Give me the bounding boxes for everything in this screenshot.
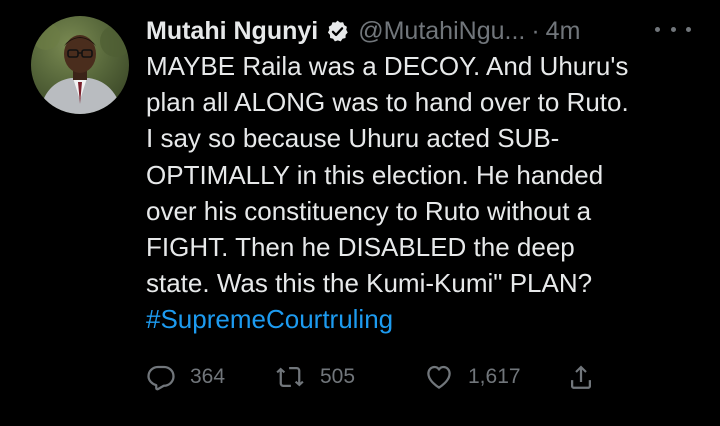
tweet[interactable]: Mutahi Ngunyi @MutahiNgu... · 4m MAYBE R… <box>0 0 720 426</box>
more-dot <box>670 26 676 32</box>
like-button[interactable]: 1,617 <box>424 358 521 396</box>
tweet-text-line: MAYBE Raila was a DECOY. And Uhuru's <box>146 51 629 81</box>
profile-photo <box>32 22 129 114</box>
tweet-actions: 364 505 1,617 <box>146 358 606 396</box>
retweet-count: 505 <box>320 365 356 388</box>
reply-button[interactable]: 364 <box>146 358 225 396</box>
like-count: 1,617 <box>468 365 521 388</box>
like-icon <box>427 365 451 389</box>
more-dot <box>655 26 660 32</box>
retweet-button[interactable]: 505 <box>274 358 355 396</box>
tweet-text-line: state. Was this the Kumi-Kumi" PLAN? <box>146 268 593 299</box>
author-handle[interactable]: @MutahiNgu... <box>358 12 525 50</box>
reply-count: 364 <box>190 365 226 388</box>
separator-dot: · <box>531 17 540 45</box>
tweet-text-line: FIGHT. Then he DISABLED the deep <box>146 232 575 263</box>
tweet-text-line: plan all ALONG was to hand over to Ruto. <box>146 87 629 118</box>
tweet-text: MAYBE Raila was a DECOY. And Uhuru's pla… <box>146 48 706 338</box>
tweet-text-line: over his constituency to Ruto without a <box>146 195 592 226</box>
retweet-icon <box>276 367 304 387</box>
timestamp[interactable]: 4m <box>546 12 581 50</box>
tweet-text-line: OPTIMALLY in this election. He handed <box>146 159 604 190</box>
verified-badge-icon <box>325 19 350 44</box>
tweet-header: Mutahi Ngunyi @MutahiNgu... · 4m <box>146 12 580 50</box>
more-icon[interactable] <box>655 14 691 44</box>
tweet-text-line: I say so because Uhuru acted SUB- <box>146 123 560 154</box>
author-display-name[interactable]: Mutahi Ngunyi <box>146 12 318 50</box>
share-icon <box>571 365 591 389</box>
reply-icon <box>147 365 175 391</box>
avatar[interactable] <box>31 16 129 114</box>
more-dot <box>686 26 691 32</box>
share-button[interactable] <box>566 358 596 396</box>
hashtag-link[interactable]: #SupremeCourtruling <box>146 301 706 337</box>
